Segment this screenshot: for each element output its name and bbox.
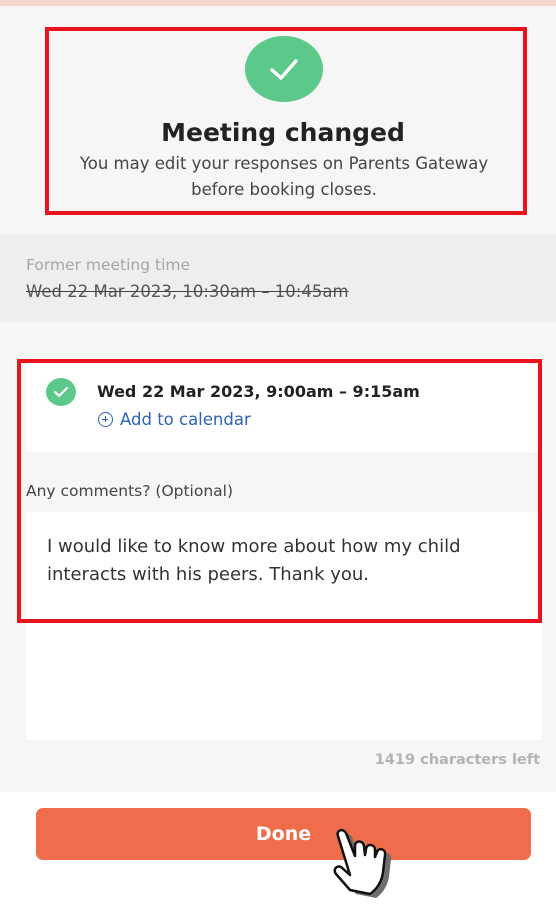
confirmation-header: Meeting changed You may edit your respon… <box>0 6 556 234</box>
comments-label: Any comments? (Optional) <box>26 482 234 500</box>
plus-circle-icon <box>98 412 113 427</box>
check-circle-icon <box>245 36 323 102</box>
add-to-calendar-link[interactable]: Add to calendar <box>98 410 251 429</box>
new-meeting-slot <box>26 358 542 452</box>
pointing-hand-icon <box>333 828 392 898</box>
former-meeting-label: Former meeting time <box>26 256 191 274</box>
former-meeting-time: Wed 22 Mar 2023, 10:30am – 10:45am <box>26 282 349 301</box>
page-subtitle: You may edit your responses on Parents G… <box>79 154 489 199</box>
characters-left-counter: 1419 characters left <box>374 752 540 768</box>
selected-check-icon <box>46 378 76 406</box>
done-button[interactable]: Done <box>36 808 531 860</box>
former-meeting-section: Former meeting time Wed 22 Mar 2023, 10:… <box>0 234 556 322</box>
new-meeting-time: Wed 22 Mar 2023, 9:00am – 9:15am <box>97 382 420 401</box>
add-to-calendar-label: Add to calendar <box>120 410 251 429</box>
comments-text[interactable]: I would like to know more about how my c… <box>47 533 517 589</box>
page-title: Meeting changed <box>161 118 405 147</box>
